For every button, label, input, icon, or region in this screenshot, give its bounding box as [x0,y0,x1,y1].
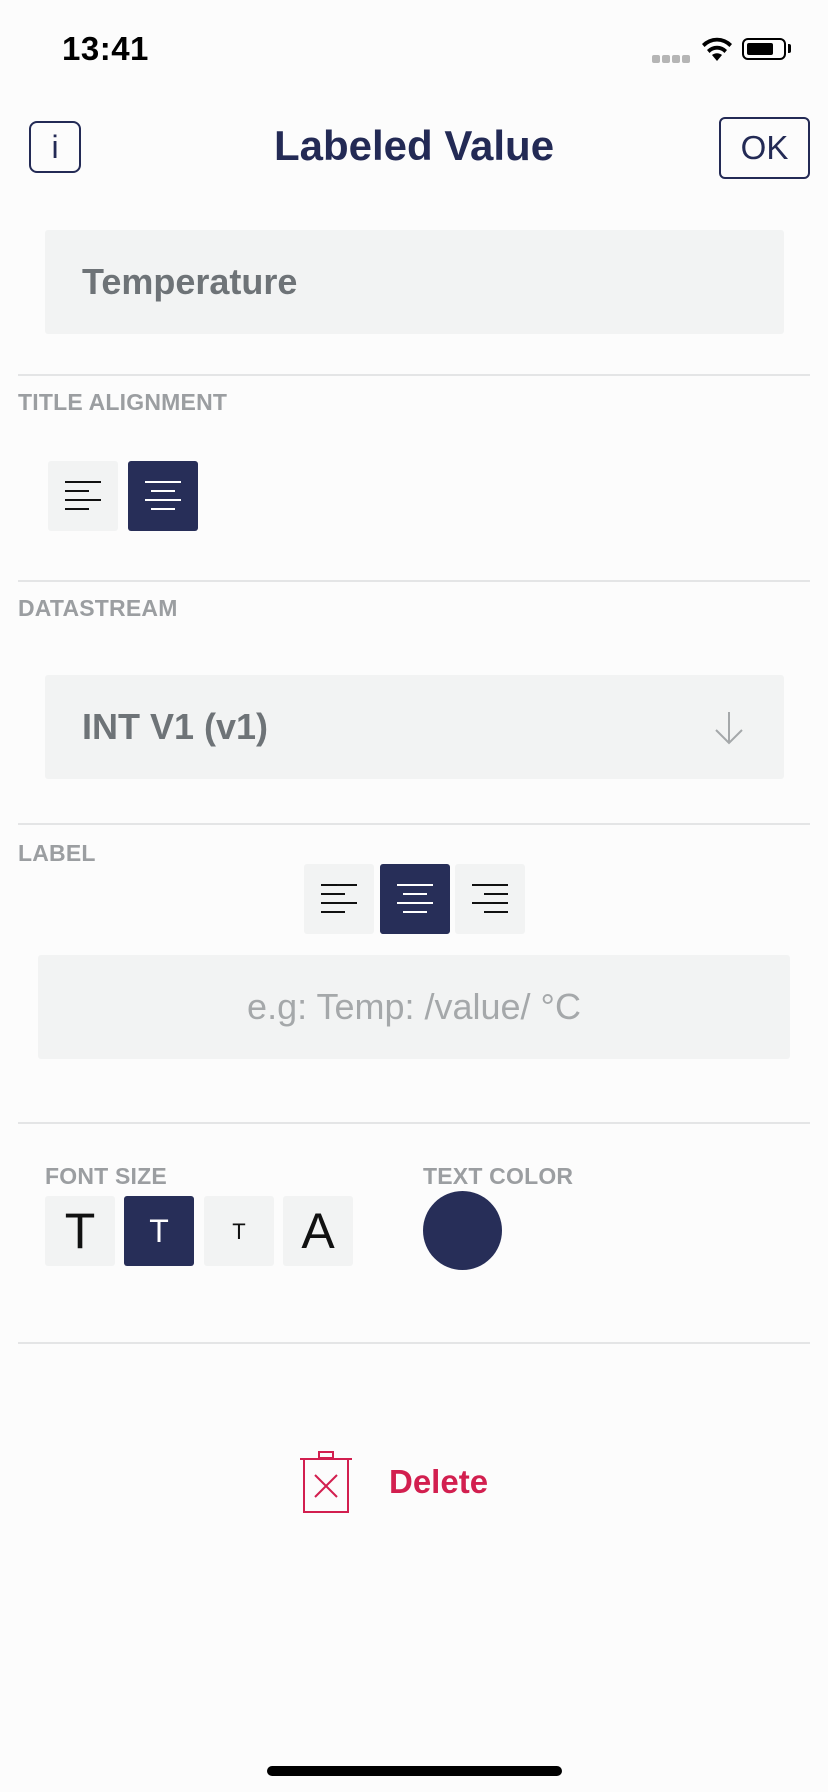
font-size-medium-button[interactable]: T [124,1196,194,1266]
divider [18,1342,810,1344]
status-time: 13:41 [62,30,149,67]
ok-button[interactable]: OK [719,117,810,179]
battery-icon [742,38,786,60]
home-indicator [267,1766,562,1776]
label-align-center-button[interactable] [380,864,450,934]
labeled-value-settings-screen: 13:41 i Labeled Value OK Temperature TIT… [0,0,828,1792]
align-left-icon [65,481,101,510]
text-color-label: TEXT COLOR [423,1163,574,1189]
divider [18,1122,810,1124]
font-size-label: FONT SIZE [45,1163,167,1189]
align-left-icon [321,884,357,913]
datastream-value: INT V1 (v1) [82,706,269,747]
datastream-select[interactable]: INT V1 (v1) [45,675,784,779]
label-input[interactable]: e.g: Temp: /value/ °C [38,955,790,1059]
divider [18,374,810,376]
font-size-small-button[interactable]: T [204,1196,274,1266]
font-size-auto-button[interactable]: A [283,1196,353,1266]
info-button[interactable]: i [29,121,81,173]
signal-icon [652,55,692,63]
align-center-icon [397,884,433,913]
title-align-center-button[interactable] [128,461,198,531]
label-input-placeholder: e.g: Temp: /value/ °C [247,986,581,1027]
text-color-swatch[interactable] [423,1191,502,1270]
widget-name-value: Temperature [82,261,298,302]
align-right-icon [472,884,508,913]
title-alignment-label: TITLE ALIGNMENT [18,389,228,415]
battery-tip [788,44,791,53]
page-title: Labeled Value [273,122,555,169]
widget-name-input[interactable]: Temperature [45,230,784,334]
align-center-icon [145,481,181,510]
divider [18,823,810,825]
wifi-icon [700,36,734,62]
arrow-down-icon [715,712,743,745]
label-section-label: LABEL [18,840,96,866]
label-align-right-button[interactable] [455,864,525,934]
delete-button[interactable]: Delete [389,1463,488,1501]
font-size-large-button[interactable]: T [45,1196,115,1266]
title-align-left-button[interactable] [48,461,118,531]
datastream-label: DATASTREAM [18,595,178,621]
divider [18,580,810,582]
trash-icon[interactable] [298,1450,354,1514]
label-align-left-button[interactable] [304,864,374,934]
